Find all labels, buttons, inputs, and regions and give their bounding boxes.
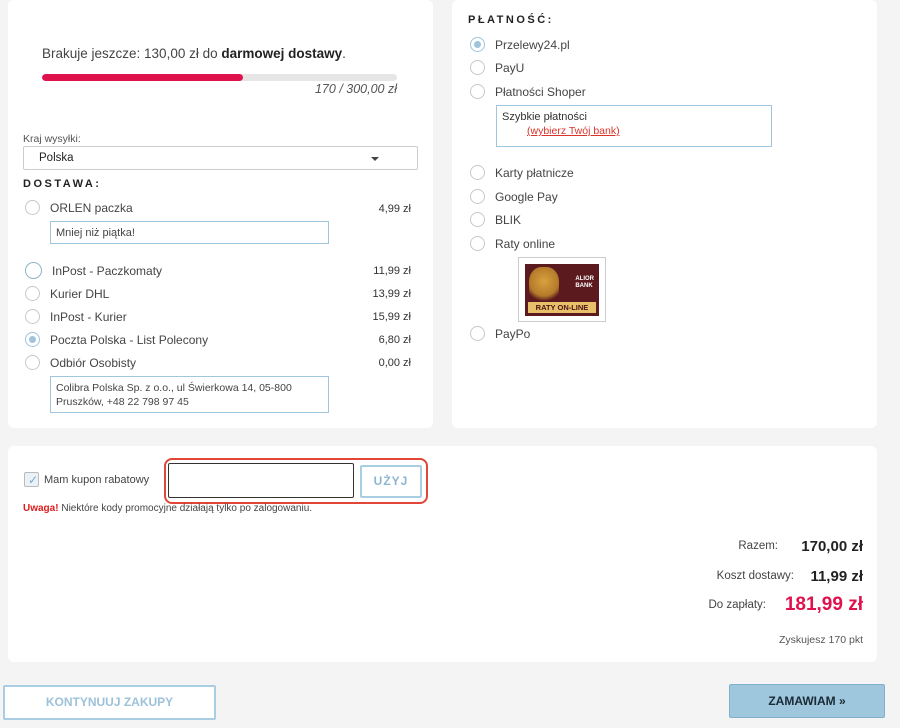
payment-option-paypo[interactable]: PayPo	[470, 326, 530, 341]
radio-icon[interactable]	[25, 200, 40, 215]
delivery-option-label: InPost - Kurier	[50, 309, 127, 324]
delivery-option-label: Odbiór Osobisty	[50, 355, 137, 370]
radio-selected-icon[interactable]	[25, 332, 40, 347]
alior-raty-label: RATY ON-LINE	[528, 302, 596, 313]
delivery-title: DOSTAWA:	[23, 178, 102, 190]
radio-icon[interactable]	[470, 326, 485, 341]
to-pay-value: 181,99 zł	[784, 594, 863, 615]
place-order-button[interactable]: ZAMAWIAM »	[729, 684, 885, 718]
delivery-option-price: 6,80 zł	[378, 334, 411, 346]
radio-icon[interactable]	[470, 165, 485, 180]
radio-icon[interactable]	[25, 355, 40, 370]
alior-bank-logo: ALIOR BANK RATY ON-LINE	[518, 257, 606, 322]
checkmark-icon: ✓	[28, 473, 39, 487]
radio-icon[interactable]	[470, 189, 485, 204]
loyalty-points: Zyskujesz 170 pkt	[778, 634, 863, 646]
total-value: 170,00 zł	[801, 538, 863, 555]
country-label: Kraj wysyłki:	[23, 133, 81, 145]
continue-shopping-button[interactable]: KONTYNUUJ ZAKUPY	[3, 685, 216, 720]
payment-option-raty-online[interactable]: Raty online	[470, 236, 555, 251]
delivery-option-label: InPost - Paczkomaty	[52, 263, 163, 278]
summary-panel: ✓ Mam kupon rabatowy UŻYJ Uwaga! Niektór…	[8, 446, 877, 662]
payment-option-label: Płatności Shoper	[495, 84, 586, 99]
delivery-option-price: 11,99 zł	[373, 265, 411, 277]
radio-icon[interactable]	[25, 309, 40, 324]
payment-option-label: BLIK	[495, 212, 522, 227]
delivery-option-poczta-polska[interactable]: Poczta Polska - List Polecony	[25, 332, 208, 347]
free-shipping-progress-bar	[42, 74, 397, 81]
radio-icon[interactable]	[25, 262, 42, 279]
free-shipping-progress-text: 170 / 300,00 zł	[314, 82, 397, 96]
delivery-option-price: 4,99 zł	[378, 203, 411, 215]
payment-option-label: PayPo	[495, 326, 531, 341]
payment-option-przelewy24[interactable]: Przelewy24.pl	[470, 37, 570, 52]
radio-icon[interactable]	[470, 60, 485, 75]
alior-bank-logo-image: ALIOR BANK RATY ON-LINE	[525, 264, 599, 316]
delivery-option-label: Poczta Polska - List Polecony	[50, 332, 209, 347]
apply-coupon-button[interactable]: UŻYJ	[360, 465, 422, 498]
delivery-option-odbior-osobisty[interactable]: Odbiór Osobisty	[25, 355, 136, 370]
chevron-down-icon	[371, 157, 379, 161]
delivery-option-label: ORLEN paczka	[50, 200, 133, 215]
payment-option-shoper[interactable]: Płatności Shoper	[470, 84, 586, 99]
payment-title: PŁATNOŚĆ:	[468, 14, 554, 26]
payment-option-label: Google Pay	[495, 189, 558, 204]
delivery-option-price: 13,99 zł	[372, 288, 411, 300]
pickup-address-line: Pruszków, +48 22 798 97 45	[56, 396, 189, 408]
country-select[interactable]: Polska	[23, 146, 418, 170]
delivery-option-orlen[interactable]: ORLEN paczka	[25, 200, 133, 215]
lion-icon	[529, 267, 559, 303]
fast-payments-label: Szybkie płatności	[502, 111, 587, 123]
payment-option-blik[interactable]: BLIK	[470, 212, 521, 227]
delivery-option-kurier-dhl[interactable]: Kurier DHL	[25, 286, 109, 301]
delivery-option-inpost-kurier[interactable]: InPost - Kurier	[25, 309, 127, 324]
delivery-option-label: Kurier DHL	[50, 286, 110, 301]
total-label: Razem:	[738, 540, 778, 552]
choose-bank-link[interactable]: (wybierz Twój bank)	[502, 125, 620, 137]
coupon-code-input[interactable]	[168, 463, 354, 498]
radio-icon[interactable]	[470, 84, 485, 99]
shipping-cost-label: Koszt dostawy:	[716, 570, 794, 582]
delivery-option-inpost-paczkomaty[interactable]: InPost - Paczkomaty	[25, 262, 162, 279]
payment-option-cards[interactable]: Karty płatnicze	[470, 165, 574, 180]
shipping-panel: Brakuje jeszcze: 130,00 zł do darmowej d…	[8, 0, 433, 428]
radio-selected-icon[interactable]	[470, 37, 485, 52]
coupon-warning: Uwaga! Niektóre kody promocyjne działają…	[23, 503, 313, 514]
payment-option-google-pay[interactable]: Google Pay	[470, 189, 558, 204]
free-shipping-message: Brakuje jeszcze: 130,00 zł do darmowej d…	[42, 46, 346, 61]
delivery-option-price: 15,99 zł	[372, 311, 411, 323]
radio-icon[interactable]	[470, 236, 485, 251]
coupon-checkbox[interactable]: ✓	[24, 472, 39, 487]
pickup-address-note: Colibra Polska Sp. z o.o., ul Świerkowa …	[50, 376, 329, 413]
delivery-option-price: 0,00 zł	[378, 357, 411, 369]
coupon-checkbox-label[interactable]: Mam kupon rabatowy	[44, 474, 149, 486]
radio-icon[interactable]	[470, 212, 485, 227]
country-select-value: Polska	[39, 152, 74, 164]
free-shipping-progress-fill	[42, 74, 244, 81]
to-pay-label: Do zapłaty:	[708, 599, 766, 611]
payment-option-label: Karty płatnicze	[495, 165, 574, 180]
pickup-address-line: Colibra Polska Sp. z o.o., ul Świerkowa …	[56, 382, 292, 394]
delivery-note: Mniej niż piątka!	[50, 221, 329, 244]
radio-icon[interactable]	[25, 286, 40, 301]
payment-option-payu[interactable]: PayU	[470, 60, 524, 75]
alior-bank-name: ALIOR BANK	[575, 276, 594, 289]
fast-payments-box: Szybkie płatności (wybierz Twój bank)	[496, 105, 772, 147]
payment-option-label: PayU	[495, 60, 525, 75]
shipping-cost-value: 11,99 zł	[810, 568, 863, 585]
payment-option-label: Raty online	[495, 236, 556, 251]
payment-option-label: Przelewy24.pl	[495, 37, 570, 52]
payment-panel: PŁATNOŚĆ: Przelewy24.pl PayU Płatności S…	[452, 0, 877, 428]
